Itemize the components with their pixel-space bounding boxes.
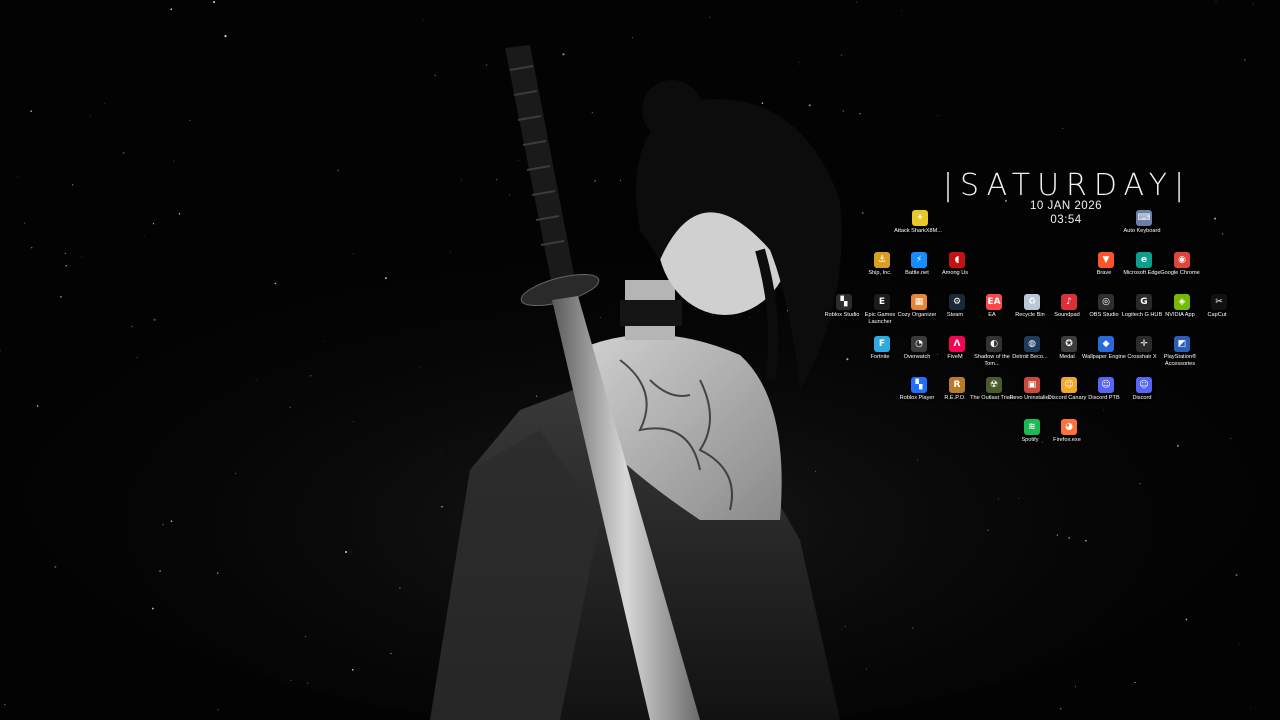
desktop-shortcut-label: Among Us bbox=[941, 270, 969, 276]
firefox-icon: ◕ bbox=[1061, 419, 1077, 435]
desktop-shortcut-label: Attack SharkX8M... bbox=[894, 228, 942, 234]
desktop-shortcut[interactable]: ◉ Google Chrome bbox=[1160, 252, 1202, 292]
discord-canary-icon: ☺ bbox=[1061, 377, 1077, 393]
shadow-tomb-raider-icon: ◐ bbox=[986, 336, 1002, 352]
desktop-shortcut-label: Discord bbox=[1132, 395, 1152, 401]
nvidia-icon: ◈ bbox=[1174, 294, 1190, 310]
clock-time: 03:54 bbox=[1050, 214, 1082, 226]
desktop-shortcut-label: CapCut bbox=[1207, 312, 1227, 318]
outlast-trials-icon: ☢ bbox=[986, 377, 1002, 393]
cozy-organizer-icon: ▦ bbox=[911, 294, 927, 310]
wallpaper-engine-icon: ◆ bbox=[1098, 336, 1114, 352]
desktop-shortcut-label: PlayStation® Accessories bbox=[1163, 354, 1197, 367]
crosshair-icon: ✛ bbox=[1136, 336, 1152, 352]
desktop-shortcut-label: Auto Keyboard bbox=[1123, 228, 1161, 234]
desktop-shortcut-label: Firefox.exe bbox=[1053, 437, 1081, 443]
overwatch-icon: ◔ bbox=[911, 336, 927, 352]
logitech-icon: G bbox=[1136, 294, 1152, 310]
roblox-studio-icon: ▚ bbox=[836, 294, 852, 310]
fortnite-icon: F bbox=[874, 336, 890, 352]
steam-icon: ⚙ bbox=[949, 294, 965, 310]
keyboard-icon: ⌨ bbox=[1136, 210, 1152, 226]
ea-icon: EA bbox=[986, 294, 1002, 310]
desktop-shortcut[interactable]: ◩ PlayStation® Accessories bbox=[1162, 336, 1202, 376]
edge-icon: e bbox=[1136, 252, 1152, 268]
soundpad-icon: ♪ bbox=[1061, 294, 1077, 310]
spotify-icon: ≋ bbox=[1024, 419, 1040, 435]
desktop-shortcut[interactable]: ⌨ Auto Keyboard bbox=[1123, 210, 1164, 250]
discord-icon: ☺ bbox=[1136, 377, 1152, 393]
brave-icon: ▼ bbox=[1098, 252, 1114, 268]
desktop-shortcut[interactable]: ✦ Attack SharkX8M... bbox=[894, 210, 942, 250]
medal-icon: ✪ bbox=[1061, 336, 1077, 352]
detroit-icon: ◍ bbox=[1024, 336, 1040, 352]
chrome-icon: ◉ bbox=[1174, 252, 1190, 268]
discord-ptb-icon: ☺ bbox=[1098, 377, 1114, 393]
desktop-shortcut[interactable]: ✂ CapCut bbox=[1199, 294, 1239, 334]
playstation-icon: ◩ bbox=[1174, 336, 1190, 352]
recycle-bin-icon: ♻ bbox=[1024, 294, 1040, 310]
battlenet-icon: ⚡ bbox=[911, 252, 927, 268]
desktop-shortcut[interactable]: ◕ Firefox.exe bbox=[1049, 419, 1089, 459]
among-us-icon: ◖ bbox=[949, 252, 965, 268]
desktop-shortcut[interactable]: ☺ Discord bbox=[1124, 377, 1164, 417]
ship-inc-icon: ⚓ bbox=[874, 252, 890, 268]
fivem-icon: Λ bbox=[949, 336, 965, 352]
desktop-shortcut-label: Google Chrome bbox=[1160, 270, 1200, 276]
epic-games-icon: E bbox=[874, 294, 890, 310]
desktop-shortcut[interactable]: ◖ Among Us bbox=[937, 252, 977, 292]
repo-icon: R bbox=[949, 377, 965, 393]
clock-date: 10 JAN 2026 bbox=[1030, 200, 1102, 212]
roblox-player-icon: ▚ bbox=[911, 377, 927, 393]
capcut-icon: ✂ bbox=[1211, 294, 1227, 310]
obs-icon: ◎ bbox=[1098, 294, 1114, 310]
attack-shark-icon: ✦ bbox=[912, 210, 928, 226]
revo-uninstaller-icon: ▣ bbox=[1024, 377, 1040, 393]
